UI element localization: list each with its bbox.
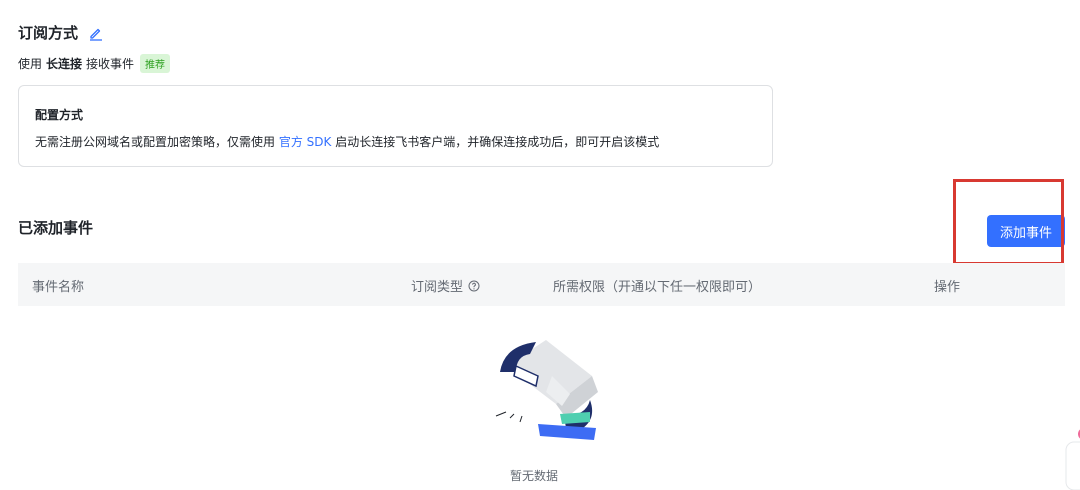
config-desc-after: 启动长连接飞书客户端，并确保连接成功后，即可开启该模式 (335, 135, 660, 149)
recommend-badge: 推荐 (140, 54, 171, 73)
config-title: 配置方式 (35, 108, 84, 122)
highlight-annotation-box (953, 179, 1064, 265)
empty-state-illustration (495, 340, 598, 440)
empty-state-text: 暂无数据 (510, 469, 559, 483)
sdk-link[interactable]: 官方 SDK (279, 135, 332, 149)
column-header-subscription-type-label: 订阅类型 (411, 280, 464, 295)
column-header-permissions: 所需权限（开通以下任一权限即可） (553, 280, 762, 295)
edit-icon[interactable] (88, 25, 104, 41)
floating-assistant-icon[interactable] (1062, 420, 1080, 490)
events-section-title: 已添加事件 (18, 219, 94, 237)
events-table-header: 事件名称 订阅类型 所需权限（开通以下任一权限即可） 操作 (18, 263, 1065, 306)
subscription-title-text: 订阅方式 (18, 24, 79, 42)
method-prefix: 使用 (18, 57, 43, 71)
help-icon[interactable] (468, 280, 480, 292)
method-bold: 长连接 (46, 57, 83, 71)
column-header-subscription-type: 订阅类型 (411, 276, 480, 295)
subscription-title: 订阅方式 (18, 22, 104, 43)
config-description: 无需注册公网域名或配置加密策略，仅需使用 官方 SDK 启动长连接飞书客户端，并… (35, 133, 659, 150)
method-suffix: 接收事件 (86, 57, 135, 71)
config-desc-before: 无需注册公网域名或配置加密策略，仅需使用 (35, 135, 276, 149)
subscription-method: 使用 长连接 接收事件 推荐 (18, 54, 171, 73)
column-header-actions: 操作 (934, 280, 961, 295)
config-card: 配置方式 无需注册公网域名或配置加密策略，仅需使用 官方 SDK 启动长连接飞书… (18, 85, 773, 167)
column-header-event-name: 事件名称 (32, 280, 85, 295)
